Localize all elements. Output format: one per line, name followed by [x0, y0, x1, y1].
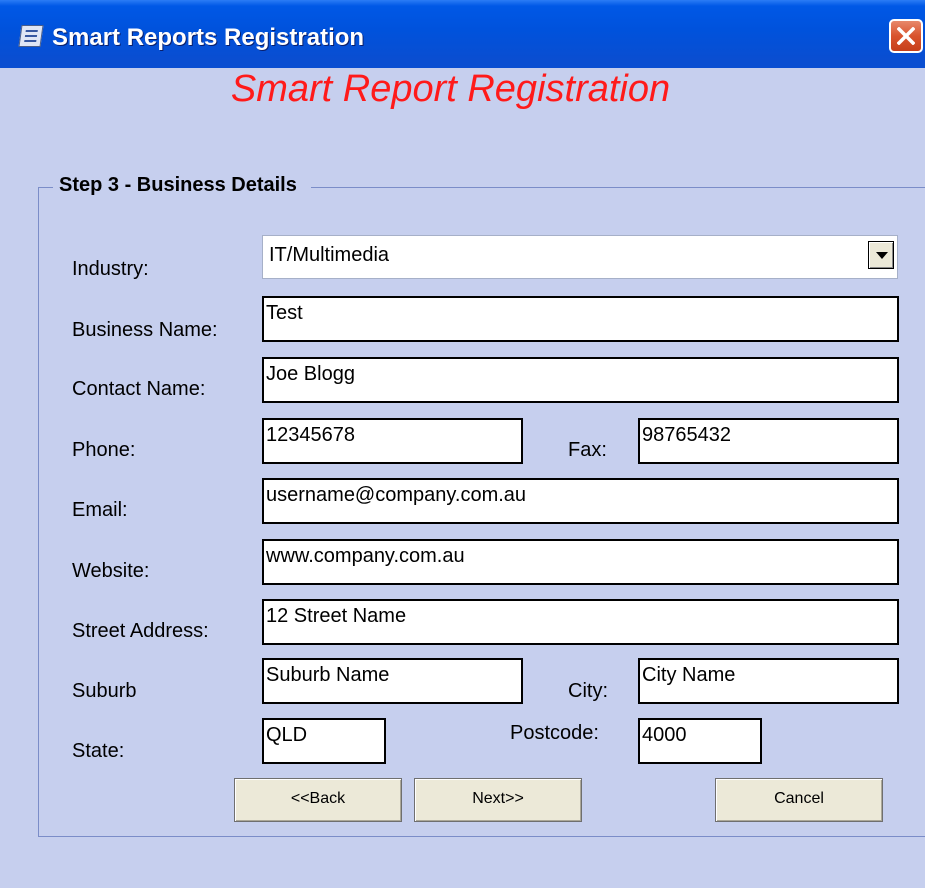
state-label: State: [72, 740, 125, 762]
street-address-label: Street Address: [72, 620, 209, 642]
phone-label: Phone: [72, 439, 136, 461]
industry-selected-value: IT/Multimedia [269, 244, 390, 266]
industry-label: Industry: [72, 258, 149, 280]
email-field[interactable]: username@company.com.au [262, 478, 899, 524]
website-field[interactable]: www.company.com.au [262, 539, 899, 585]
industry-select[interactable]: IT/Multimedia [262, 235, 898, 279]
city-label: City: [568, 680, 608, 702]
window-title: Smart Reports Registration [52, 24, 365, 51]
title-bar[interactable]: Smart Reports Registration [0, 0, 925, 68]
business-name-label: Business Name: [72, 319, 218, 341]
page-heading: Smart Report Registration [0, 68, 925, 171]
state-field[interactable]: QLD [262, 718, 386, 764]
step-legend: Step 3 - Business Details [53, 174, 311, 197]
suburb-field[interactable]: Suburb Name [262, 658, 523, 704]
fax-label: Fax: [568, 439, 607, 461]
close-icon [897, 27, 915, 45]
back-button[interactable]: <<Back [234, 778, 402, 822]
close-button[interactable] [889, 19, 923, 53]
page-heading-text: Smart Report Registration [230, 68, 671, 110]
business-name-field[interactable]: Test [262, 296, 899, 342]
postcode-label: Postcode: [510, 722, 599, 744]
industry-dropdown-button[interactable] [868, 241, 894, 269]
chevron-down-icon [876, 252, 888, 259]
next-button[interactable]: Next>> [414, 778, 582, 822]
city-field[interactable]: City Name [638, 658, 899, 704]
fax-field[interactable]: 98765432 [638, 418, 899, 464]
phone-field[interactable]: 12345678 [262, 418, 523, 464]
cancel-button[interactable]: Cancel [715, 778, 883, 822]
suburb-label: Suburb [72, 680, 137, 702]
email-label: Email: [72, 499, 128, 521]
app-icon [18, 25, 44, 47]
contact-name-field[interactable]: Joe Blogg [262, 357, 899, 403]
postcode-field[interactable]: 4000 [638, 718, 762, 764]
registration-window: Smart Reports Registration Smart Report … [0, 0, 925, 888]
street-address-field[interactable]: 12 Street Name [262, 599, 899, 645]
website-label: Website: [72, 560, 150, 582]
contact-name-label: Contact Name: [72, 378, 206, 400]
